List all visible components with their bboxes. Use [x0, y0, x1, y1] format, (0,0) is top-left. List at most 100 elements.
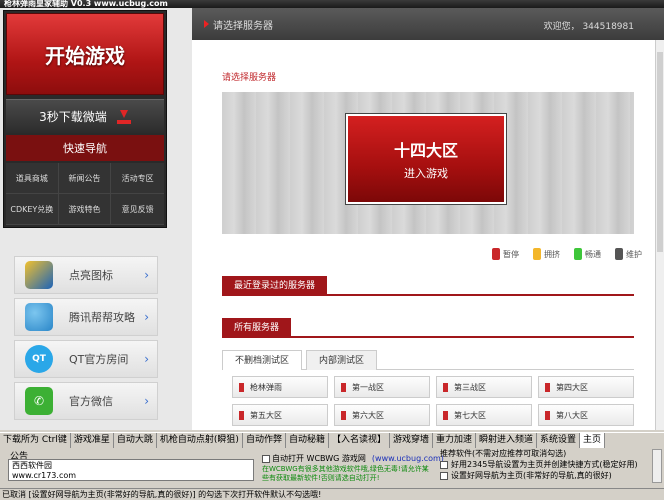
auto-open-checkbox[interactable] — [262, 454, 270, 463]
start-game-button[interactable]: 开始游戏 — [6, 13, 164, 95]
server-item[interactable]: 第八大区 — [538, 404, 634, 426]
recommend-checkbox[interactable] — [440, 460, 448, 469]
nav-item-shop[interactable]: 道具商城 — [6, 163, 59, 194]
tab-download-hotkey[interactable]: 下载所为 Ctrl键 — [0, 433, 71, 448]
tab-internal-test[interactable]: 内部测试区 — [306, 350, 378, 370]
side-item-tencent-guide[interactable]: 腾讯帮帮攻略 › — [14, 298, 158, 336]
select-server-subtitle: 请选择服务器 — [222, 73, 277, 83]
side-item-label: 点亮图标 — [69, 269, 113, 282]
server-item[interactable]: 第六大区 — [334, 404, 430, 426]
status-paused-icon — [492, 248, 500, 260]
tab-auto-fire[interactable]: 机枪自动点射(瞬狙) — [157, 433, 243, 448]
nav-item-feedback[interactable]: 意见反馈 — [111, 194, 164, 225]
launcher-panel: 开始游戏 3秒下载微端 快速导航 道具商城 新闻公告 活动专区 CDKEY兑换 … — [3, 10, 167, 228]
status-paused-icon — [341, 410, 346, 420]
tab-settings[interactable]: 系统设置 — [537, 433, 581, 448]
side-item-light-icon[interactable]: 点亮图标 › — [14, 256, 158, 294]
server-item[interactable]: 第三战区 — [436, 376, 532, 398]
legend-item: 拥挤 — [533, 248, 560, 260]
server-item[interactable]: 第四大区 — [538, 376, 634, 398]
tab-home[interactable]: 主页 — [580, 433, 606, 448]
recommend-panel: 推荐软件(不需对应推荐可取消勾选) 好用2345导航设置为主页并创建快捷方式(稳… — [440, 448, 660, 481]
puzzle-icon — [25, 303, 53, 331]
nav-item-cdkey[interactable]: CDKEY兑换 — [6, 194, 59, 225]
chevron-right-icon: › — [144, 268, 149, 282]
server-item[interactable]: 第五大区 — [232, 404, 328, 426]
enter-game-button[interactable]: 十四大区 进入游戏 — [346, 114, 506, 204]
chevron-right-icon: › — [144, 352, 149, 366]
all-servers-title: 所有服务器 — [222, 318, 292, 338]
server-banner: 十四大区 进入游戏 — [222, 92, 634, 234]
recent-servers-section: 最近登录过的服务器 — [222, 276, 634, 296]
gun-icon — [25, 261, 53, 289]
nav-item-events[interactable]: 活动专区 — [111, 163, 164, 194]
recommend-option[interactable]: 好用2345导航设置为主页并创建快捷方式(稳定好用) — [440, 459, 660, 470]
notice-box[interactable]: 西西软件园 www.cr173.com — [8, 459, 254, 481]
tab-name-view[interactable]: 【入名读视】 — [329, 433, 390, 448]
chevron-right-icon: › — [144, 394, 149, 408]
status-paused-icon — [239, 382, 244, 392]
left-panel: 开始游戏 3秒下载微端 快速导航 道具商城 新闻公告 活动专区 CDKEY兑换 … — [0, 8, 192, 430]
server-item[interactable]: 枪林弹雨 — [232, 376, 328, 398]
status-paused-icon — [239, 410, 244, 420]
welcome-text: 欢迎您， 344518981 — [543, 22, 634, 32]
status-paused-icon — [443, 382, 448, 392]
tab-channel[interactable]: 瞬射进入频道 — [476, 433, 538, 448]
auto-open-option[interactable]: 自动打开 WCBWG 游戏网 (www.ucbug.com) — [262, 453, 444, 464]
recommend-title: 推荐软件(不需对应推荐可取消勾选) — [440, 449, 567, 458]
all-servers-section: 所有服务器 — [222, 318, 634, 338]
notice-line: 西西软件园 — [12, 461, 52, 470]
header-title: 请选择服务器 — [213, 20, 273, 32]
side-item-wechat[interactable]: ✆ 官方微信 › — [14, 382, 158, 420]
chevron-right-icon: › — [144, 310, 149, 324]
promo-text: 在WCBWG有很多其他游戏软件哦,绿色无毒!请允许某些有获取最新软件!否则请选自… — [262, 465, 429, 482]
nav-item-news[interactable]: 新闻公告 — [58, 163, 112, 194]
auto-open-label: 自动打开 WCBWG 游戏网 — [272, 454, 366, 463]
recommend-option[interactable]: 设置好网导航为主页(非常好的导航,真的很好) — [440, 470, 660, 481]
side-item-label: QT官方房间 — [69, 353, 129, 366]
side-links: 点亮图标 › 腾讯帮帮攻略 › QT QT官方房间 › ✆ 官方微信 › — [14, 256, 158, 424]
triangle-icon — [204, 20, 209, 28]
enter-game-label: 进入游戏 — [404, 167, 448, 180]
server-panel: 请选择服务器 欢迎您， 344518981 请选择服务器 十四大区 进入游戏 暂… — [192, 8, 664, 430]
nav-item-features[interactable]: 游戏特色 — [58, 194, 112, 225]
recommend-checkbox[interactable] — [440, 471, 448, 480]
tab-auto-jump[interactable]: 自动大跳 — [114, 433, 157, 448]
wechat-icon: ✆ — [25, 387, 53, 415]
status-paused-icon — [341, 382, 346, 392]
server-tabs: 不删档测试区 内部测试区 — [222, 350, 634, 370]
auto-open-url[interactable]: (www.ucbug.com) — [372, 454, 444, 463]
side-item-label: 官方微信 — [69, 395, 113, 408]
download-icon — [116, 109, 131, 124]
status-paused-icon — [545, 410, 550, 420]
tab-auto-cheat[interactable]: 自动作弊 — [243, 433, 286, 448]
server-item[interactable]: 第一战区 — [334, 376, 430, 398]
recommend-scrollbar[interactable] — [652, 449, 662, 483]
server-name: 十四大区 — [393, 141, 458, 160]
qt-icon: QT — [25, 345, 53, 373]
download-client-button[interactable]: 3秒下载微端 — [6, 99, 164, 133]
status-bar: 已取消 [设置好网导航为主页(非常好的导航,真的很好)] 的勾选下次打开软件默认… — [0, 488, 664, 500]
tab-wallhack[interactable]: 游戏穿墙 — [390, 433, 433, 448]
legend-item: 维护 — [615, 248, 642, 260]
vertical-scrollbar[interactable] — [655, 40, 664, 430]
download-label: 3秒下载微端 — [39, 110, 107, 124]
server-list: 枪林弹雨 第一战区 第三战区 第四大区 第五大区 第六大区 第七大区 第八大区 — [232, 376, 634, 426]
side-item-label: 腾讯帮帮攻略 — [69, 311, 135, 324]
tab-gravity[interactable]: 重力加速 — [433, 433, 477, 448]
status-paused-icon — [443, 410, 448, 420]
tab-permanent-test[interactable]: 不删档测试区 — [222, 350, 303, 370]
status-maintenance-icon — [615, 248, 623, 260]
quick-nav-grid: 道具商城 新闻公告 活动专区 CDKEY兑换 游戏特色 意见反馈 — [6, 163, 164, 225]
tab-crosshair[interactable]: 游戏准星 — [71, 433, 114, 448]
server-item[interactable]: 第七大区 — [436, 404, 532, 426]
legend-item: 暂停 — [492, 248, 519, 260]
tab-auto-secret[interactable]: 自动秘籍 — [286, 433, 329, 448]
status-busy-icon — [533, 248, 541, 260]
legend-item: 畅通 — [574, 248, 601, 260]
function-tabs: 下载所为 Ctrl键 游戏准星 自动大跳 机枪自动点射(瞬狙) 自动作弊 自动秘… — [0, 432, 664, 448]
side-item-qt-room[interactable]: QT QT官方房间 › — [14, 340, 158, 378]
scrollbar-thumb[interactable] — [657, 52, 663, 252]
status-paused-icon — [545, 382, 550, 392]
window-title: 枪林弹雨皇家辅助 V0.3 www.ucbug.com — [0, 0, 664, 8]
